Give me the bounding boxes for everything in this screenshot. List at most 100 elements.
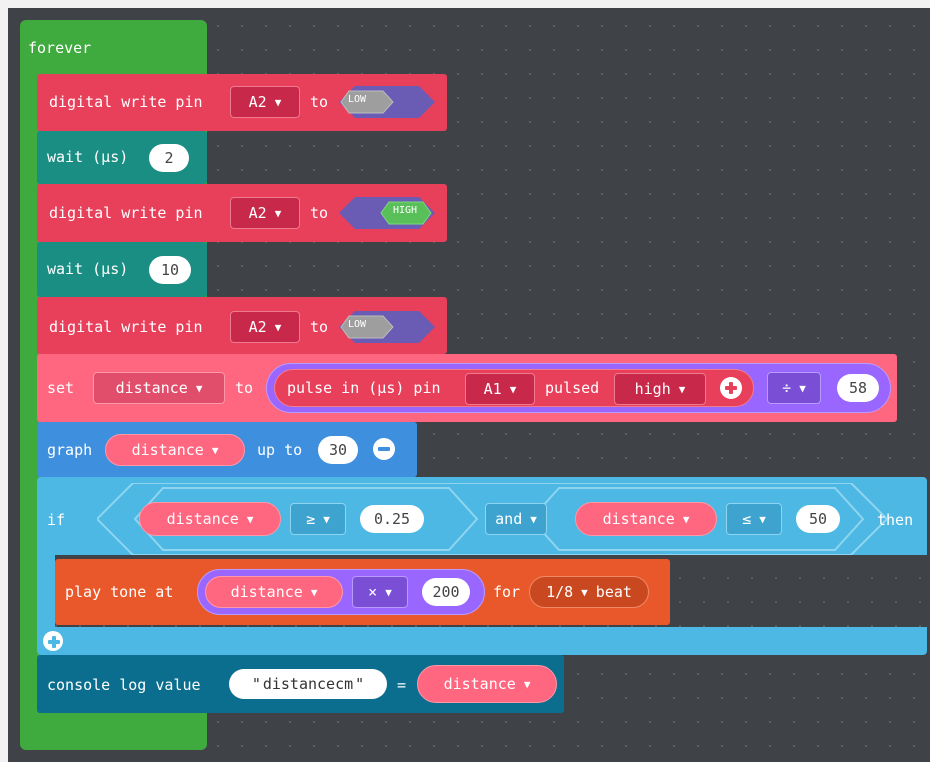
pin-value: A2	[248, 204, 267, 222]
tone-variable[interactable]: distance ▼	[205, 576, 343, 608]
variable-dropdown[interactable]: distance ▼	[93, 372, 225, 404]
pin-dropdown[interactable]: A2 ▼	[230, 86, 300, 118]
plus-circle-icon[interactable]	[43, 631, 63, 651]
digital-write-block-2[interactable]: digital write pin A2 ▼ to HIGH	[37, 184, 447, 242]
pulse-in-block[interactable]: pulse in (µs) pin A1 ▼ pulsed high ▼	[274, 369, 754, 407]
digital-write-label: digital write pin	[49, 318, 203, 336]
if-block[interactable]: if distance ▼ ≥ ▼ 0.25 and ▼ distance ▼ …	[37, 477, 927, 655]
operator-dropdown[interactable]: ÷ ▼	[767, 372, 821, 404]
low-boolean-block[interactable]: LOW	[339, 311, 435, 343]
compare-op: ≥	[306, 510, 316, 528]
plus-circle-icon[interactable]	[720, 377, 742, 399]
wait-value: 2	[164, 149, 174, 167]
minus-circle-icon[interactable]	[373, 438, 395, 460]
to-label: to	[235, 379, 254, 397]
graph-max-input[interactable]: 30	[318, 436, 358, 464]
and-block[interactable]: distance ▼ ≥ ▼ 0.25 and ▼ distance ▼ ≤ ▼ 50	[97, 483, 887, 555]
digital-write-label: digital write pin	[49, 204, 203, 222]
beat-dropdown[interactable]: 1/8 ▼ beat	[529, 576, 649, 608]
console-log-label: console log value	[47, 676, 201, 694]
logic-op-dropdown[interactable]: and ▼	[485, 503, 547, 535]
wait-value-input[interactable]: 2	[149, 144, 189, 172]
set-variable-block[interactable]: set distance ▼ to pulse in (µs) pin A1 ▼ p…	[37, 354, 897, 422]
graph-max-value: 30	[328, 441, 348, 459]
pulsed-value: high	[634, 380, 671, 398]
caret-down-icon: ▼	[246, 512, 254, 526]
divide-block[interactable]: pulse in (µs) pin A1 ▼ pulsed high ▼ ÷ ▼ 58	[266, 363, 891, 413]
wait-block-1[interactable]: wait (µs) 2	[37, 131, 207, 184]
variable-name: distance	[131, 441, 204, 459]
variable-name: distance	[443, 675, 516, 693]
divisor-value: 58	[848, 379, 868, 397]
logic-op: and	[495, 510, 523, 528]
caret-down-icon: ▼	[682, 512, 690, 526]
low-value: LOW	[348, 319, 367, 330]
pulsed-label: pulsed	[545, 379, 600, 397]
caret-down-icon: ▼	[310, 585, 318, 599]
pulse-in-label: pulse in (µs) pin	[287, 379, 441, 397]
up-to-label: up to	[257, 441, 303, 459]
left-value-input[interactable]: 0.25	[360, 505, 424, 533]
caret-down-icon: ▼	[274, 95, 282, 109]
caret-down-icon: ▼	[678, 382, 686, 396]
wait-block-2[interactable]: wait (µs) 10	[37, 242, 207, 297]
digital-write-block-3[interactable]: digital write pin A2 ▼ to LOW	[37, 297, 447, 354]
wait-label: wait (µs)	[47, 148, 129, 166]
hex-boolean-shape	[339, 197, 435, 229]
caret-down-icon: ▼	[581, 585, 588, 599]
right-compare-dropdown[interactable]: ≤ ▼	[726, 503, 782, 535]
graph-block[interactable]: graph distance ▼ up to 30	[37, 422, 417, 477]
pin-dropdown[interactable]: A2 ▼	[230, 311, 300, 343]
variable-name: distance	[115, 379, 188, 397]
caret-down-icon: ▼	[759, 512, 766, 526]
right-value-input[interactable]: 50	[796, 505, 840, 533]
divisor-input[interactable]: 58	[837, 374, 879, 402]
quote-close: "	[355, 675, 365, 693]
caret-down-icon: ▼	[195, 381, 203, 395]
pin-dropdown[interactable]: A2 ▼	[230, 197, 300, 229]
digital-write-block-1[interactable]: digital write pin A2 ▼ to LOW	[37, 74, 447, 131]
left-compare-dropdown[interactable]: ≥ ▼	[290, 503, 346, 535]
quote-open: "	[251, 675, 261, 693]
graph-variable[interactable]: distance ▼	[105, 434, 245, 466]
left-variable[interactable]: distance ▼	[139, 502, 281, 536]
low-value: LOW	[348, 94, 367, 105]
high-boolean-block[interactable]: HIGH	[339, 197, 435, 229]
wait-value-input[interactable]: 10	[149, 256, 191, 284]
blocks-workspace[interactable]: forever digital write pin A2 ▼ to LOW wai…	[8, 8, 930, 762]
pulse-pin-dropdown[interactable]: A1 ▼	[465, 373, 535, 405]
beat-value: 1/8	[546, 583, 574, 601]
then-label: then	[877, 511, 914, 529]
caret-down-icon: ▼	[274, 320, 282, 334]
multiply-block[interactable]: distance ▼ × ▼ 200	[197, 569, 485, 615]
caret-down-icon: ▼	[211, 443, 219, 457]
wait-label: wait (µs)	[47, 260, 129, 278]
operator-dropdown[interactable]: × ▼	[352, 576, 408, 608]
low-boolean-block[interactable]: LOW	[339, 86, 435, 118]
variable-name: distance	[166, 510, 239, 528]
caret-down-icon: ▼	[274, 206, 282, 220]
for-label: for	[493, 583, 521, 601]
pulsed-dropdown[interactable]: high ▼	[614, 373, 706, 405]
variable-name: distance	[602, 510, 675, 528]
console-log-block[interactable]: console log value " distancecm " = distanc…	[37, 655, 564, 713]
digital-write-label: digital write pin	[49, 93, 203, 111]
to-label: to	[310, 204, 329, 222]
pin-value: A2	[248, 318, 267, 336]
play-tone-label: play tone at	[65, 583, 174, 601]
left-value: 0.25	[373, 510, 411, 528]
high-value: HIGH	[393, 205, 418, 216]
caret-down-icon: ▼	[323, 512, 330, 526]
console-variable[interactable]: distance ▼	[417, 665, 557, 703]
if-label: if	[47, 511, 66, 529]
multiplier-value: 200	[432, 583, 460, 601]
equals-label: =	[397, 676, 407, 694]
play-tone-block[interactable]: play tone at distance ▼ × ▼ 200 for 1/8 ▼ be…	[55, 559, 670, 625]
compare-op: ≤	[742, 510, 752, 528]
right-value: 50	[808, 510, 828, 528]
string-value: distancecm	[262, 675, 354, 693]
operator-value: ×	[368, 583, 378, 601]
right-variable[interactable]: distance ▼	[575, 502, 717, 536]
string-input[interactable]: " distancecm "	[229, 669, 387, 699]
multiplier-input[interactable]: 200	[422, 578, 470, 606]
